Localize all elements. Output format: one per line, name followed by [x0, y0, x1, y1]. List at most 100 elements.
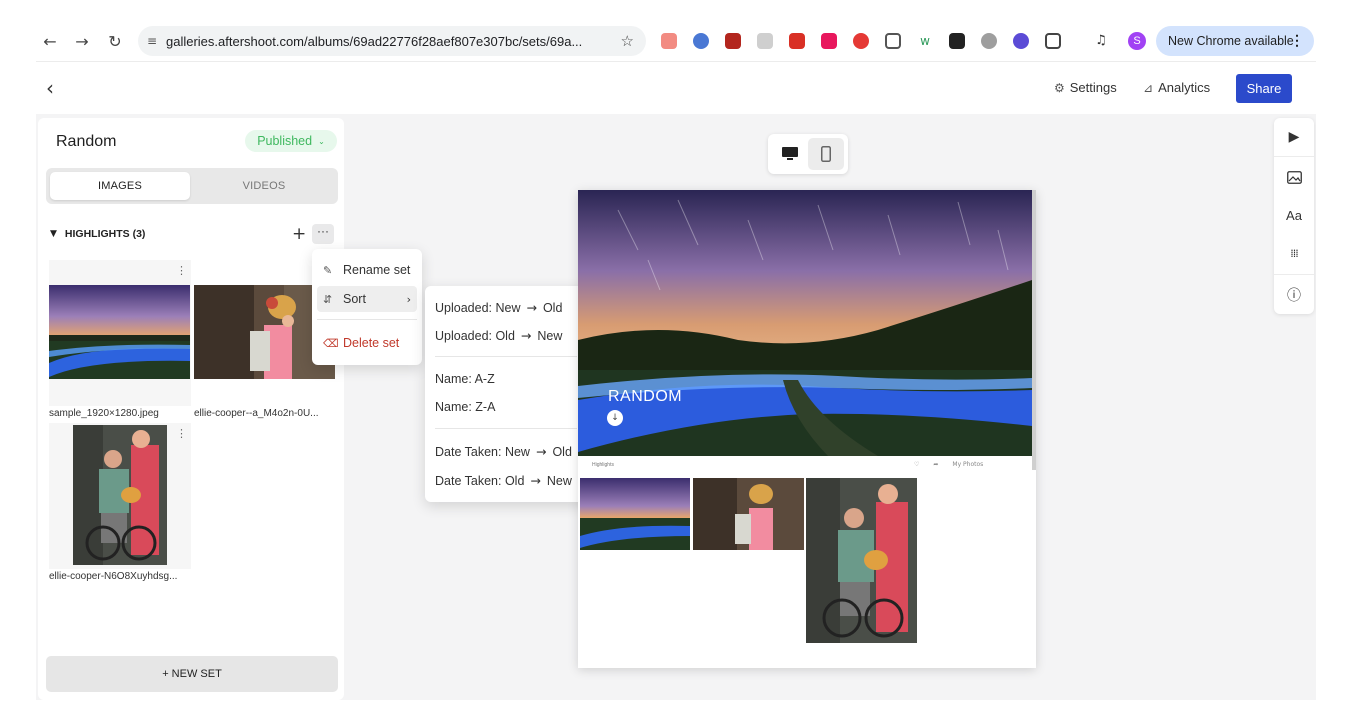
sort-icon: ⇵: [323, 292, 333, 306]
menu-divider: [317, 319, 417, 320]
analytics-button[interactable]: ⊿ Analytics: [1143, 80, 1210, 95]
sort-option-label: Date Taken: New: [435, 445, 530, 459]
sort-option-target: New: [537, 329, 563, 343]
sort-option-uploaded-old-new[interactable]: Uploaded: Old → New: [435, 328, 562, 343]
extension-icon-11[interactable]: [981, 33, 997, 49]
download-icon[interactable]: ↓: [607, 410, 623, 426]
extension-icon-4[interactable]: [757, 33, 773, 49]
bookmark-star-icon[interactable]: ☆: [621, 32, 634, 50]
extension-icon-1[interactable]: [661, 33, 677, 49]
typography-icon[interactable]: Aa: [1274, 196, 1314, 234]
delete-set-item[interactable]: ⌫ Delete set: [317, 330, 417, 356]
my-photos-link[interactable]: My Photos: [952, 461, 983, 468]
gallery-photo: [693, 478, 804, 550]
device-toggle: [768, 134, 848, 174]
tab-images[interactable]: IMAGES: [50, 172, 190, 200]
chrome-update-label: New Chrome available: [1168, 34, 1294, 48]
more-options-button[interactable]: ···: [312, 224, 334, 244]
extension-icon-9[interactable]: w: [917, 33, 933, 49]
section-label: HIGHLIGHTS (3): [64, 228, 146, 240]
add-icon[interactable]: +: [292, 224, 306, 244]
menu-divider: [435, 356, 577, 357]
arrow-right-icon: →: [530, 473, 541, 488]
hero-title: RANDOM: [608, 388, 683, 405]
section-header[interactable]: ▼ HIGHLIGHTS (3): [50, 228, 145, 240]
desktop-icon: [782, 147, 798, 160]
puzzle-icon[interactable]: [1045, 33, 1061, 49]
chrome-update-button[interactable]: New Chrome available ⋮: [1156, 26, 1314, 56]
sort-option-label: Uploaded: New: [435, 301, 521, 315]
forward-arrow-icon[interactable]: →: [72, 31, 92, 51]
thumbnail-name: ellie-cooper-N6O8Xuyhdsg...: [49, 571, 178, 582]
media-controls-icon[interactable]: ♫: [1093, 33, 1109, 49]
browser-window: ← → ↻ ≡ galleries.aftershoot.com/albums/…: [36, 20, 1316, 700]
extension-icon-6[interactable]: [821, 33, 837, 49]
site-info-icon[interactable]: ≡: [138, 34, 166, 48]
sort-option-name-za[interactable]: Name: Z-A: [435, 400, 495, 414]
desktop-view-button[interactable]: [772, 138, 808, 170]
set-context-menu: ✎ Rename set ⇵ Sort › ⌫ Delete set: [312, 249, 422, 365]
grid-icon[interactable]: ⁞⁞⁞: [1274, 234, 1314, 272]
new-set-button[interactable]: + NEW SET: [46, 656, 338, 692]
share-icon[interactable]: ➦: [933, 461, 938, 468]
image-icon[interactable]: [1274, 158, 1314, 196]
status-label: Published: [257, 134, 313, 148]
play-icon[interactable]: ▶: [1274, 118, 1314, 156]
hero-image: [578, 190, 1032, 456]
info-icon[interactable]: ⓘ: [1274, 276, 1314, 314]
sort-option-uploaded-new-old[interactable]: Uploaded: New → Old: [435, 300, 562, 315]
sort-label: Sort: [343, 292, 366, 306]
toolbar-divider: [1274, 274, 1314, 275]
arrow-right-icon: →: [526, 300, 537, 315]
address-bar[interactable]: ≡ galleries.aftershoot.com/albums/69ad22…: [138, 26, 646, 56]
chevron-left-icon[interactable]: ‹: [46, 76, 66, 100]
caret-down-icon: ▼: [50, 229, 57, 239]
chevron-down-icon: ⌄: [318, 136, 325, 146]
pencil-icon: ✎: [323, 263, 333, 277]
set-title: Random: [56, 133, 117, 150]
arrow-right-icon: →: [535, 444, 547, 459]
thumbnail-image: [49, 285, 190, 379]
sort-option-target: Old: [542, 301, 563, 315]
mobile-view-button[interactable]: [808, 138, 844, 170]
extension-icon-12[interactable]: [1013, 33, 1029, 49]
trash-icon: ⌫: [323, 336, 339, 350]
tab-videos[interactable]: VIDEOS: [194, 172, 334, 200]
thumbnail-menu-icon[interactable]: ⋮: [176, 427, 187, 440]
sort-option-date-new-old[interactable]: Date Taken: New → Old: [435, 444, 572, 459]
sort-option-label: Date Taken: Old: [435, 474, 525, 488]
settings-label: Settings: [1069, 80, 1117, 95]
toolbar-divider: [1274, 156, 1314, 157]
sort-item[interactable]: ⇵ Sort ›: [317, 286, 417, 312]
line-chart-icon: ⊿: [1143, 80, 1154, 95]
rename-set-item[interactable]: ✎ Rename set: [317, 257, 417, 283]
extension-icon-7[interactable]: [853, 33, 869, 49]
thumbnail-image: [73, 425, 167, 565]
browser-toolbar: ← → ↻ ≡ galleries.aftershoot.com/albums/…: [36, 20, 1316, 62]
mobile-icon: [821, 146, 831, 162]
app-header: ‹ ⚙ Settings ⊿ Analytics Share: [36, 62, 1316, 114]
gallery-preview: RANDOM ↓ Highlights ♡ ➦ My Photos: [578, 190, 1036, 668]
share-button[interactable]: Share: [1236, 74, 1292, 103]
extension-icon-8[interactable]: [885, 33, 901, 49]
delete-set-label: Delete set: [343, 336, 400, 350]
heart-icon[interactable]: ♡: [914, 461, 919, 468]
analytics-label: Analytics: [1158, 80, 1211, 95]
reload-icon[interactable]: ↻: [105, 31, 125, 51]
sort-submenu: Uploaded: New → Old Uploaded: Old → New Name…: [425, 286, 593, 502]
kebab-menu-icon[interactable]: ⋮: [1290, 32, 1304, 49]
extension-icon-3[interactable]: [725, 33, 741, 49]
sort-option-target: Old: [552, 445, 572, 459]
sort-option-date-old-new[interactable]: Date Taken: Old → New: [435, 473, 572, 488]
extension-icon-10[interactable]: [949, 33, 965, 49]
sort-option-name-az[interactable]: Name: A-Z: [435, 372, 495, 386]
extension-icon-2[interactable]: [693, 33, 709, 49]
sort-option-label: Uploaded: Old: [435, 329, 515, 343]
thumbnail-menu-icon[interactable]: ⋮: [176, 264, 187, 277]
extension-icon-5[interactable]: [789, 33, 805, 49]
status-dropdown[interactable]: Published ⌄: [245, 130, 337, 152]
settings-button[interactable]: ⚙ Settings: [1054, 80, 1117, 95]
back-arrow-icon[interactable]: ←: [40, 31, 60, 51]
profile-avatar[interactable]: S: [1128, 32, 1146, 50]
preview-scrollbar[interactable]: [1032, 190, 1036, 470]
